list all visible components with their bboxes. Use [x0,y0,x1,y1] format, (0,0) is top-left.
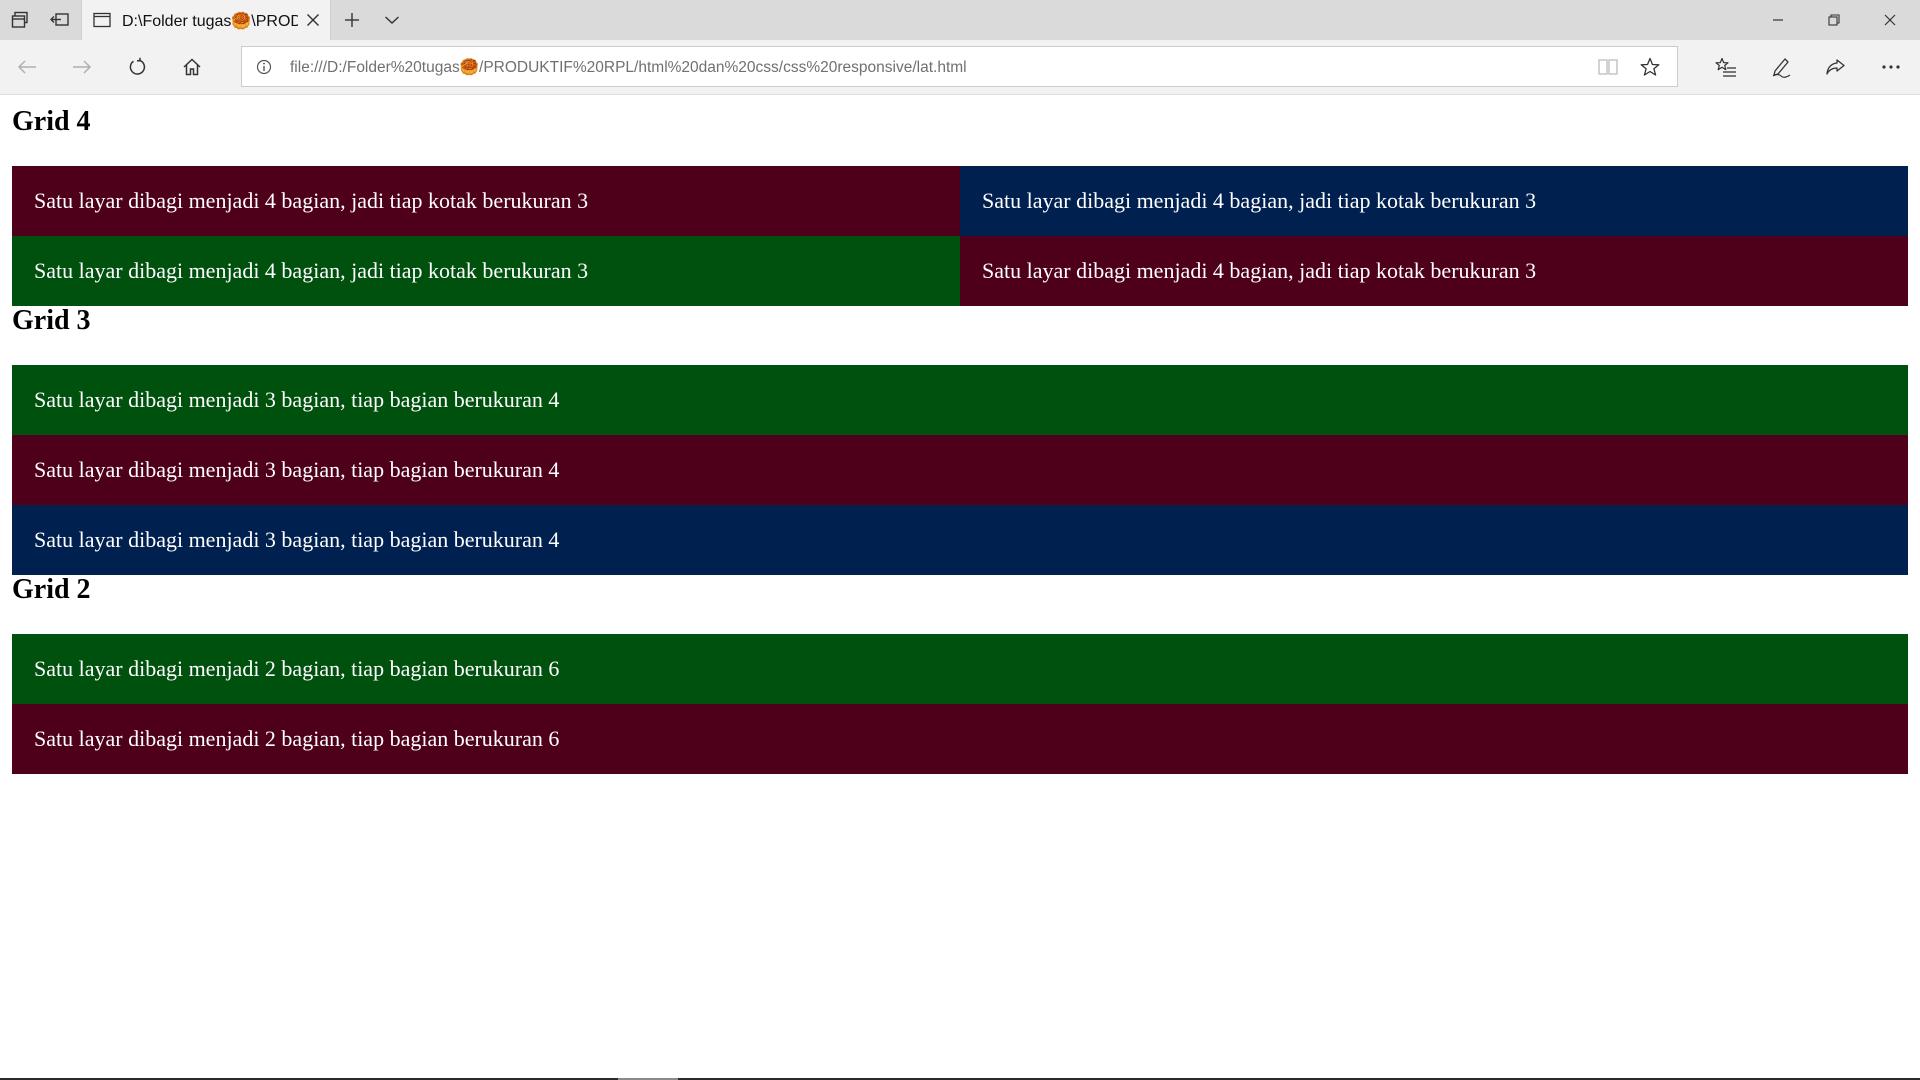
reading-view-button[interactable] [1597,56,1619,78]
address-url[interactable]: file:///D:/Folder%20tugas🥮/PRODUKTIF%20R… [290,58,967,77]
reading-view-icon [1598,59,1618,75]
share-button[interactable] [1814,47,1858,87]
favorites-list-icon [1715,57,1736,77]
set-aside-tabs-button[interactable] [40,0,80,40]
restore-button[interactable] [1806,0,1862,40]
set-aside-tabs-icon [50,13,69,26]
grid-2-heading: Grid 2 [12,574,91,605]
back-arrow-icon [17,60,36,74]
forward-arrow-icon [73,60,92,74]
grid-4-box: Satu layar dibagi menjadi 4 bagian, jadi… [12,166,960,236]
grid-4-box: Satu layar dibagi menjadi 4 bagian, jadi… [12,236,960,306]
pen-icon [1772,58,1791,78]
grid-3-box: Satu layar dibagi menjadi 3 bagian, tiap… [12,505,1908,575]
more-icon [1882,65,1900,69]
star-icon [1640,57,1660,76]
minimize-icon [1773,19,1783,21]
page-content: Grid 4 Satu layar dibagi menjadi 4 bagia… [0,95,1920,1080]
grid-4-heading: Grid 4 [12,106,91,137]
grid-4-box: Satu layar dibagi menjadi 4 bagian, jadi… [960,236,1908,306]
grid-3-box: Satu layar dibagi menjadi 3 bagian, tiap… [12,365,1908,435]
chevron-down-icon [385,16,399,24]
grid-2-box: Satu layar dibagi menjadi 2 bagian, tiap… [12,634,1908,704]
restore-icon [1828,14,1840,26]
close-icon [307,14,319,26]
home-icon [183,58,201,76]
navigation-bar: file:///D:/Folder%20tugas🥮/PRODUKTIF%20R… [0,40,1920,95]
page-icon [92,10,112,30]
grid-2-row: Satu layar dibagi menjadi 2 bagian, tiap… [12,704,1908,774]
grid-3-row: Satu layar dibagi menjadi 3 bagian, tiap… [12,435,1908,505]
grid-4-row: Satu layar dibagi menjadi 4 bagian, jadi… [12,166,1908,236]
tab-title: D:\Folder tugas🥮\PRODUKTIF RPL\html dan … [122,13,298,30]
new-tab-button[interactable] [336,0,368,40]
grid-3-box: Satu layar dibagi menjadi 3 bagian, tiap… [12,435,1908,505]
minimize-button[interactable] [1750,0,1806,40]
grid-3-row: Satu layar dibagi menjadi 3 bagian, tiap… [12,365,1908,435]
site-info-button[interactable] [254,57,274,77]
web-note-button[interactable] [1759,47,1803,87]
forward-button[interactable] [62,47,102,87]
close-window-button[interactable] [1862,0,1918,40]
plus-icon [345,13,359,27]
grid-2-row: Satu layar dibagi menjadi 2 bagian, tiap… [12,634,1908,704]
title-bar: D:\Folder tugas🥮\PRODUKTIF RPL\html dan … [0,0,1920,40]
refresh-icon [129,57,146,75]
close-icon [1884,14,1896,26]
back-button[interactable] [7,47,47,87]
active-tab[interactable]: D:\Folder tugas🥮\PRODUKTIF RPL\html dan … [81,0,331,40]
tab-actions-icon [11,11,28,28]
more-button[interactable] [1869,47,1913,87]
address-bar[interactable]: file:///D:/Folder%20tugas🥮/PRODUKTIF%20R… [241,46,1678,87]
grid-2-box: Satu layar dibagi menjadi 2 bagian, tiap… [12,704,1908,774]
refresh-button[interactable] [117,47,157,87]
grid-3-heading: Grid 3 [12,305,91,336]
info-icon [256,59,272,75]
grid-4-box: Satu layar dibagi menjadi 4 bagian, jadi… [960,166,1908,236]
grid-4-row: Satu layar dibagi menjadi 4 bagian, jadi… [12,236,1908,306]
add-favorite-button[interactable] [1639,56,1661,78]
close-tab-button[interactable] [302,9,324,31]
share-icon [1826,59,1845,75]
home-button[interactable] [172,47,212,87]
tab-actions-button[interactable] [0,0,40,40]
favorites-hub-button[interactable] [1704,47,1748,87]
tab-preview-button[interactable] [376,0,408,40]
grid-3-row: Satu layar dibagi menjadi 3 bagian, tiap… [12,505,1908,575]
